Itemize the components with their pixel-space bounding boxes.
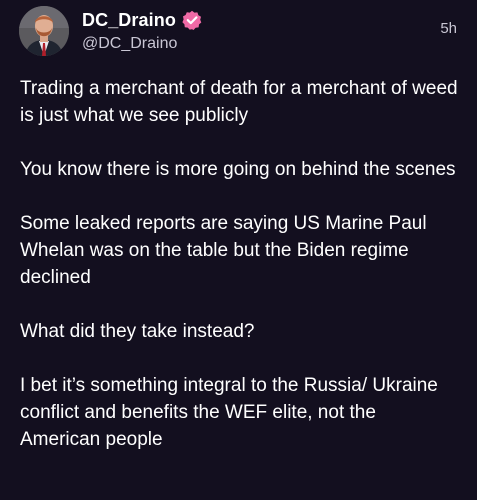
author-display-name[interactable]: DC_Draino <box>82 9 176 31</box>
post-paragraph: What did they take instead? <box>20 321 255 342</box>
verified-badge-icon <box>182 10 202 31</box>
user-avatar[interactable] <box>19 6 69 56</box>
author-handle[interactable]: @DC_Draino <box>82 34 177 54</box>
post-paragraph: I bet it’s something integral to the Rus… <box>20 375 438 450</box>
post-paragraph: Some leaked reports are saying US Marine… <box>20 213 427 288</box>
author-name-row: DC_Draino <box>82 9 202 31</box>
post-timestamp[interactable]: 5h <box>440 20 457 38</box>
post-card: DC_Draino @DC_Draino 5h Trading a mercha… <box>0 0 477 500</box>
avatar-image <box>19 6 69 56</box>
post-body: Trading a merchant of death for a mercha… <box>20 75 460 453</box>
post-paragraph: Trading a merchant of death for a mercha… <box>20 78 458 126</box>
post-paragraph: You know there is more going on behind t… <box>20 159 456 180</box>
